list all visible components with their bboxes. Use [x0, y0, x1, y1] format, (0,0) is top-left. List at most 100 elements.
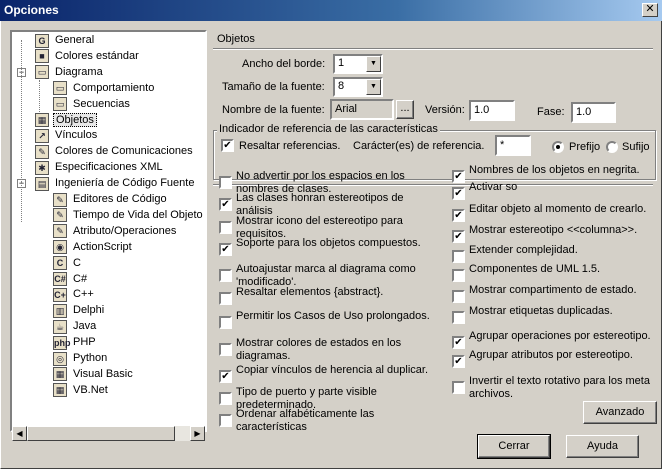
- option-label: Mostrar estereotipo <<columna>>.: [469, 224, 638, 236]
- option-label: Resaltar elementos {abstract}.: [236, 286, 384, 298]
- tree-item[interactable]: ■ Colores estándar: [35, 49, 141, 65]
- tree-item[interactable]: ↗ Vínculos: [35, 128, 99, 144]
- option-label: Activar so: [469, 181, 518, 193]
- tree-item-label: Java: [73, 320, 97, 333]
- suffix-label: Sufijo: [622, 141, 650, 153]
- reference-chars-input[interactable]: *: [495, 135, 531, 156]
- option-checkbox[interactable]: [452, 290, 465, 303]
- tree-item[interactable]: ✎ Atributo/Operaciones: [53, 224, 178, 240]
- java-icon: ☕: [53, 319, 67, 334]
- advanced-button[interactable]: Avanzado: [583, 401, 657, 424]
- prefix-radio[interactable]: [552, 141, 564, 153]
- option-checkbox[interactable]: ✔: [452, 209, 465, 222]
- chevron-down-icon[interactable]: ▼: [366, 56, 381, 72]
- tree-item[interactable]: ▤ Ingeniería de Código Fuente: [35, 176, 196, 192]
- option-label: Extender complejidad.: [469, 244, 578, 256]
- border-width-combo[interactable]: 1 ▼: [333, 54, 383, 74]
- section-separator: [213, 48, 653, 50]
- option-checkbox[interactable]: [219, 343, 232, 356]
- tree-item-label: C#: [73, 272, 88, 285]
- code-engineering-icon: ▤: [35, 176, 49, 191]
- help-button[interactable]: Ayuda: [566, 435, 639, 458]
- option-checkbox[interactable]: [452, 269, 465, 282]
- option-checkbox[interactable]: ✔: [452, 355, 465, 368]
- tree-item[interactable]: ▭ Secuencias: [53, 97, 132, 113]
- highlight-references-checkbox[interactable]: ✔: [221, 139, 234, 152]
- delphi-icon: ▥: [53, 303, 67, 318]
- option-checkbox[interactable]: [219, 221, 232, 234]
- option-checkbox[interactable]: ✔: [452, 336, 465, 349]
- actionscript-icon: ◉: [53, 240, 67, 255]
- version-input[interactable]: 1.0: [469, 100, 515, 121]
- attributes-icon: ✎: [53, 224, 67, 239]
- option-checkbox[interactable]: [452, 311, 465, 324]
- option-checkbox[interactable]: [452, 250, 465, 263]
- sequence-icon: ▭: [53, 97, 67, 112]
- option-checkbox[interactable]: [219, 392, 232, 405]
- tree-line: [21, 40, 22, 190]
- scroll-right-button[interactable]: ▶: [190, 426, 205, 441]
- tree-item[interactable]: CC: [53, 256, 83, 272]
- option-checkbox[interactable]: [219, 269, 232, 282]
- option-label: Mostrar colores de estados en los diagra…: [236, 337, 402, 362]
- tree-item[interactable]: ▦ Objetos: [35, 112, 97, 129]
- option-checkbox[interactable]: ✔: [219, 243, 232, 256]
- tree-item[interactable]: ✎ Colores de Comunicaciones: [35, 144, 195, 160]
- tree-item[interactable]: ▦ Visual Basic: [53, 367, 135, 383]
- tree-item[interactable]: G General: [35, 33, 96, 49]
- option-checkbox[interactable]: [219, 292, 232, 305]
- tree-item[interactable]: ◉ ActionScript: [53, 240, 134, 256]
- title-bar: Opciones ✕: [0, 0, 662, 21]
- option-checkbox[interactable]: [219, 316, 232, 329]
- options-tree[interactable]: G General ■ Colores estándar − ▭ Diagrama ▭ Comp…: [10, 30, 207, 432]
- browse-font-button[interactable]: ...: [396, 100, 414, 119]
- colors-icon: ■: [35, 49, 49, 64]
- border-width-label: Ancho del borde:: [242, 58, 326, 70]
- tree-item-label: Atributo/Operaciones: [73, 224, 177, 237]
- window-title: Opciones: [4, 3, 59, 17]
- close-button[interactable]: Cerrar: [477, 434, 551, 459]
- option-checkbox[interactable]: [219, 176, 232, 189]
- xml-icon: ✱: [35, 160, 49, 175]
- option-label: Copiar vínculos de herencia al duplicar.: [236, 364, 429, 376]
- tree-item[interactable]: ◎ Python: [53, 351, 109, 367]
- close-window-button[interactable]: ✕: [642, 3, 658, 17]
- option-checkbox[interactable]: ✔: [452, 170, 465, 183]
- links-icon: ↗: [35, 128, 49, 143]
- phase-input[interactable]: 1.0: [571, 102, 616, 123]
- option-label: Agrupar atributos por estereotipo.: [469, 349, 633, 361]
- border-width-value: 1: [338, 57, 345, 69]
- font-size-combo[interactable]: 8 ▼: [333, 77, 383, 97]
- tree-item[interactable]: ✎ Editores de Código: [53, 192, 169, 208]
- scroll-left-button[interactable]: ◀: [12, 426, 27, 441]
- option-checkbox[interactable]: ✔: [452, 230, 465, 243]
- option-label: Mostrar etiquetas duplicadas.: [469, 305, 613, 317]
- option-label: Soporte para los objetos compuestos.: [236, 237, 421, 249]
- tree-item-label: Comportamiento: [73, 81, 155, 94]
- tree-item[interactable]: ☕ Java: [53, 319, 98, 335]
- tree-item[interactable]: ▥ Delphi: [53, 303, 106, 319]
- suffix-radio[interactable]: [606, 141, 618, 153]
- tree-line: [39, 80, 40, 112]
- tree-item[interactable]: ✱ Especificaciones XML: [35, 160, 165, 176]
- option-checkbox[interactable]: [452, 381, 465, 394]
- font-name-label: Nombre de la fuente:: [222, 104, 325, 116]
- tree-item[interactable]: ▭ Comportamiento: [53, 81, 156, 97]
- tree-item[interactable]: ▭ Diagrama: [35, 65, 105, 81]
- tree-item[interactable]: C+ C++: [53, 287, 96, 303]
- c-icon: C: [53, 256, 67, 271]
- option-checkbox[interactable]: ✔: [452, 187, 465, 200]
- option-checkbox[interactable]: ✔: [219, 198, 232, 211]
- scroll-thumb[interactable]: [27, 426, 175, 441]
- tree-item[interactable]: ▦ VB.Net: [53, 383, 110, 399]
- tree-item-label: VB.Net: [73, 383, 108, 396]
- option-label: Editar objeto al momento de crearlo.: [469, 203, 647, 215]
- tree-item[interactable]: C# C#: [53, 272, 89, 288]
- option-checkbox[interactable]: [219, 414, 232, 427]
- tree-item[interactable]: ✎ Tiempo de Vida del Objeto: [53, 208, 205, 224]
- tree-horizontal-scrollbar[interactable]: ◀ ▶: [12, 426, 205, 441]
- chevron-down-icon[interactable]: ▼: [366, 79, 381, 95]
- option-checkbox[interactable]: ✔: [219, 370, 232, 383]
- tree-item[interactable]: php PHP: [53, 335, 98, 351]
- option-label: Nombres de los objetos en negrita.: [469, 164, 640, 176]
